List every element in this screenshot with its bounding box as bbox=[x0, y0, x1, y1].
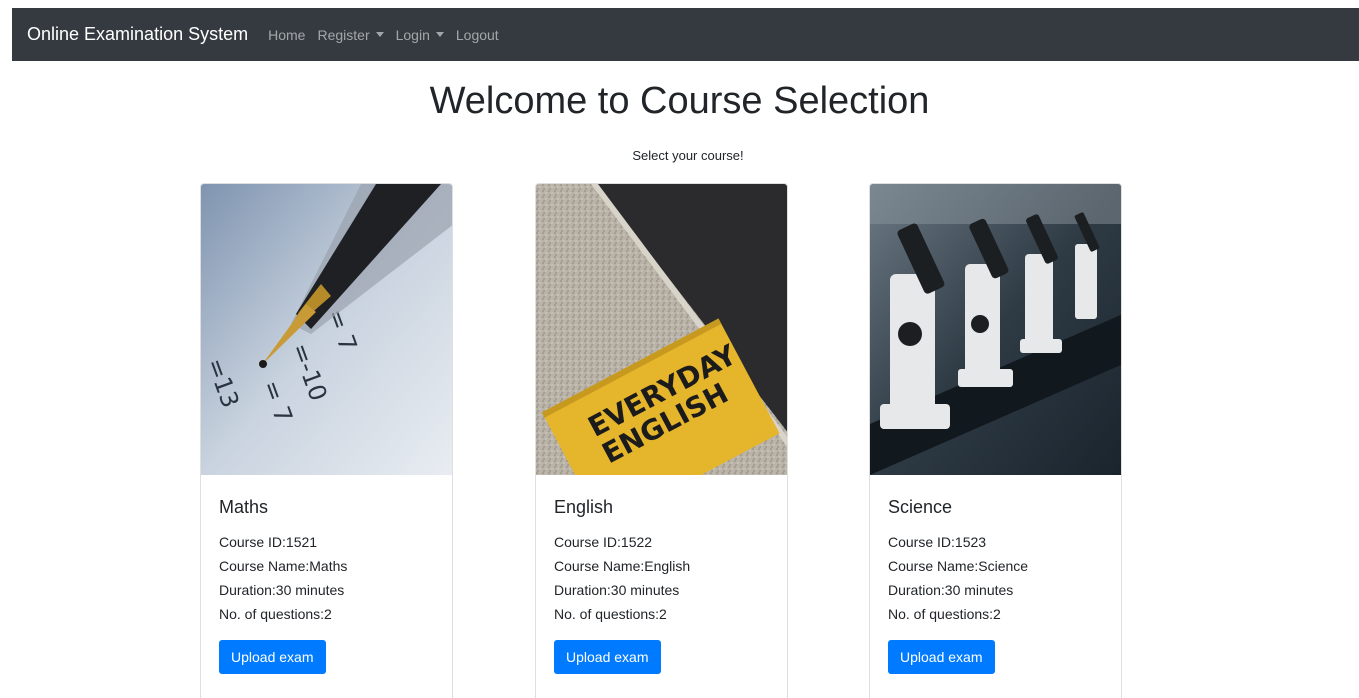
page-subtitle: Select your course! bbox=[632, 148, 744, 163]
course-duration: Duration:30 minutes bbox=[219, 582, 345, 598]
card-body: English Course ID:1522 Course Name:Engli… bbox=[536, 475, 787, 696]
course-duration: Duration:30 minutes bbox=[554, 582, 680, 598]
card-body: Science Course ID:1523 Course Name:Scien… bbox=[870, 475, 1121, 696]
maths-image: = 7 =-10 = 7 =13 bbox=[201, 184, 452, 475]
upload-exam-button[interactable]: Upload exam bbox=[219, 640, 326, 674]
page-title: Welcome to Course Selection bbox=[429, 80, 930, 122]
course-id: Course ID:1522 bbox=[554, 534, 653, 550]
caret-down-icon bbox=[435, 32, 444, 37]
nav-register-dropdown[interactable]: Register bbox=[317, 26, 384, 43]
upload-exam-button[interactable]: Upload exam bbox=[888, 640, 995, 674]
nav-logout[interactable]: Logout bbox=[456, 27, 499, 43]
nav-home[interactable]: Home bbox=[268, 27, 305, 43]
course-name: Course Name:Science bbox=[888, 558, 1029, 574]
course-duration: Duration:30 minutes bbox=[888, 582, 1014, 598]
upload-exam-button[interactable]: Upload exam bbox=[554, 640, 661, 674]
course-title: English bbox=[554, 497, 614, 517]
course-card-english: EVERYDAY ENGLISH English Course ID:1522 … bbox=[535, 183, 788, 698]
english-image: EVERYDAY ENGLISH bbox=[536, 184, 787, 475]
course-title: Maths bbox=[219, 497, 269, 517]
course-id: Course ID:1521 bbox=[219, 534, 318, 550]
course-questions: No. of questions:2 bbox=[219, 606, 332, 622]
course-card-maths: = 7 =-10 = 7 =13 Maths Course ID:1521 Co… bbox=[200, 183, 453, 698]
brand-link[interactable]: Online Examination System bbox=[27, 24, 248, 45]
nav-logout-label: Logout bbox=[455, 26, 499, 43]
course-name: Course Name:Maths bbox=[219, 558, 348, 574]
science-image bbox=[870, 184, 1121, 475]
course-title: Science bbox=[888, 497, 953, 517]
course-card-science: Science Course ID:1523 Course Name:Scien… bbox=[869, 183, 1122, 698]
caret-down-icon bbox=[375, 32, 384, 37]
nav-login-dropdown[interactable]: Login bbox=[396, 27, 444, 43]
top-navbar: Online Examination System Home Register … bbox=[12, 8, 1359, 61]
nav-register-label: Register bbox=[317, 26, 370, 43]
course-questions: No. of questions:2 bbox=[888, 606, 1001, 622]
nav-home-label: Home bbox=[268, 26, 306, 43]
course-questions: No. of questions:2 bbox=[554, 606, 667, 622]
course-id: Course ID:1523 bbox=[888, 534, 987, 550]
course-name: Course Name:English bbox=[554, 558, 691, 574]
card-body: Maths Course ID:1521 Course Name:Maths D… bbox=[201, 475, 452, 696]
nav-login-label: Login bbox=[395, 26, 430, 43]
